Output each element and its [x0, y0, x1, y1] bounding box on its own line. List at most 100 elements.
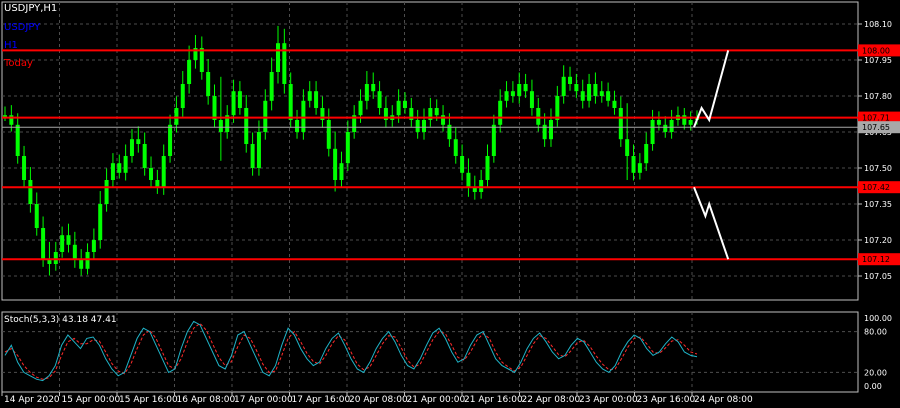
candle-body [625, 139, 630, 156]
stoch-main-line [4, 320, 698, 382]
candle-body [593, 84, 598, 96]
candle-body [15, 124, 20, 156]
candle-body [256, 132, 261, 168]
candle-body [529, 91, 534, 108]
candle-body [155, 180, 160, 188]
time-axis-label: 15 Apr 00:00 [62, 395, 121, 405]
current-price-label: 107.65 [862, 123, 890, 132]
candle-body [644, 144, 649, 164]
price-axis-label: 107.20 [864, 236, 892, 245]
candle-body [231, 91, 236, 116]
time-axis-label: 21 Apr 00:00 [407, 395, 466, 405]
stochastic-indicator-label: Stoch(5,3,3) 43.18 47.41 [4, 315, 117, 325]
candle-body [123, 156, 128, 173]
time-axis-label: 24 Apr 08:00 [694, 395, 753, 405]
level-price-label: 107.42 [862, 183, 890, 192]
projection-down-line [693, 186, 730, 260]
time-axis-label: 23 Apr 16:00 [637, 395, 696, 405]
symbol-timeframe-title: USDJPY,H1 [4, 3, 58, 14]
candle-body [212, 96, 217, 120]
candle-body [72, 244, 77, 260]
candle-body [396, 100, 401, 116]
candle-body [307, 91, 312, 101]
candle-body [555, 96, 560, 120]
price-axis-label: 108.10 [864, 20, 892, 29]
time-axis-label: 16 Apr 08:00 [177, 395, 236, 405]
legend-today: Today [4, 58, 33, 69]
candle-body [244, 108, 249, 144]
candle-body [269, 72, 274, 101]
time-axis-label: 22 Apr 08:00 [522, 395, 581, 405]
candle-body [618, 108, 623, 140]
candle-body [358, 100, 363, 116]
time-axis-label: 14 Apr 2020 [4, 395, 60, 405]
candle-body [110, 163, 115, 180]
candle-body [574, 84, 579, 92]
candle-body [60, 235, 65, 252]
candle-body [53, 252, 58, 264]
candle-body [688, 120, 693, 125]
candle-body [656, 120, 661, 125]
candle-body [85, 252, 90, 269]
stoch-axis-label: 20.00 [864, 368, 887, 377]
candle-body [479, 180, 484, 192]
candle-body [91, 240, 96, 252]
candle-body [79, 259, 84, 269]
candle-body [669, 120, 674, 132]
price-axis-label: 107.80 [864, 92, 892, 101]
stoch-axis-label: 0.00 [864, 382, 882, 391]
candle-body [288, 84, 293, 120]
price-chart[interactable]: 14 Apr 2020 15 Apr 00:0015 Apr 16:0016 Ap… [0, 0, 900, 408]
candle-body [606, 91, 611, 101]
candle-body [510, 91, 515, 96]
candle-body [523, 84, 528, 92]
candle-body [536, 108, 541, 125]
time-axis-label: 21 Apr 16:00 [464, 395, 523, 405]
candle-body [434, 108, 439, 116]
price-axis-label: 107.05 [864, 272, 892, 281]
candle-body [491, 124, 496, 156]
candle-body [587, 84, 592, 101]
candle-body [402, 100, 407, 108]
candle-body [168, 124, 173, 156]
level-price-label: 108.00 [862, 46, 890, 55]
candle-body [333, 148, 338, 180]
candle-body [117, 163, 122, 173]
candle-body [466, 172, 471, 188]
candle-body [364, 84, 369, 101]
candle-body [28, 180, 33, 204]
candle-body [275, 43, 280, 72]
stoch-axis-label: 100.00 [864, 314, 892, 323]
candle-body [218, 120, 223, 132]
candle-body [371, 84, 376, 92]
candle-body [580, 91, 585, 101]
candle-body [98, 204, 103, 240]
candle-body [460, 156, 465, 173]
projection-up-line [693, 50, 730, 128]
stoch-axis-label: 80.00 [864, 328, 887, 337]
legend-symbol: USDJPY [4, 22, 41, 33]
candle-body [22, 156, 27, 180]
price-axis-label: 107.50 [864, 164, 892, 173]
candle-body [161, 156, 166, 188]
candle-body [345, 132, 350, 164]
candle-body [453, 139, 458, 156]
legend-timeframe: H1 [4, 40, 18, 51]
time-axis-label: 23 Apr 00:00 [579, 395, 638, 405]
candle-body [377, 91, 382, 108]
candle-body [180, 84, 185, 108]
candle-body [142, 144, 147, 168]
candle-body [561, 76, 566, 96]
candle-body [136, 139, 141, 144]
candle-body [295, 120, 300, 132]
candle-body [3, 115, 7, 117]
candle-body [282, 43, 287, 84]
price-axis-label: 107.95 [864, 56, 892, 65]
candle-body [129, 139, 134, 156]
candle-body [206, 72, 211, 96]
candle-body [485, 156, 490, 180]
candle-body [326, 120, 331, 149]
candle-body [34, 204, 39, 228]
candle-body [250, 144, 255, 168]
candle-body [41, 228, 46, 260]
